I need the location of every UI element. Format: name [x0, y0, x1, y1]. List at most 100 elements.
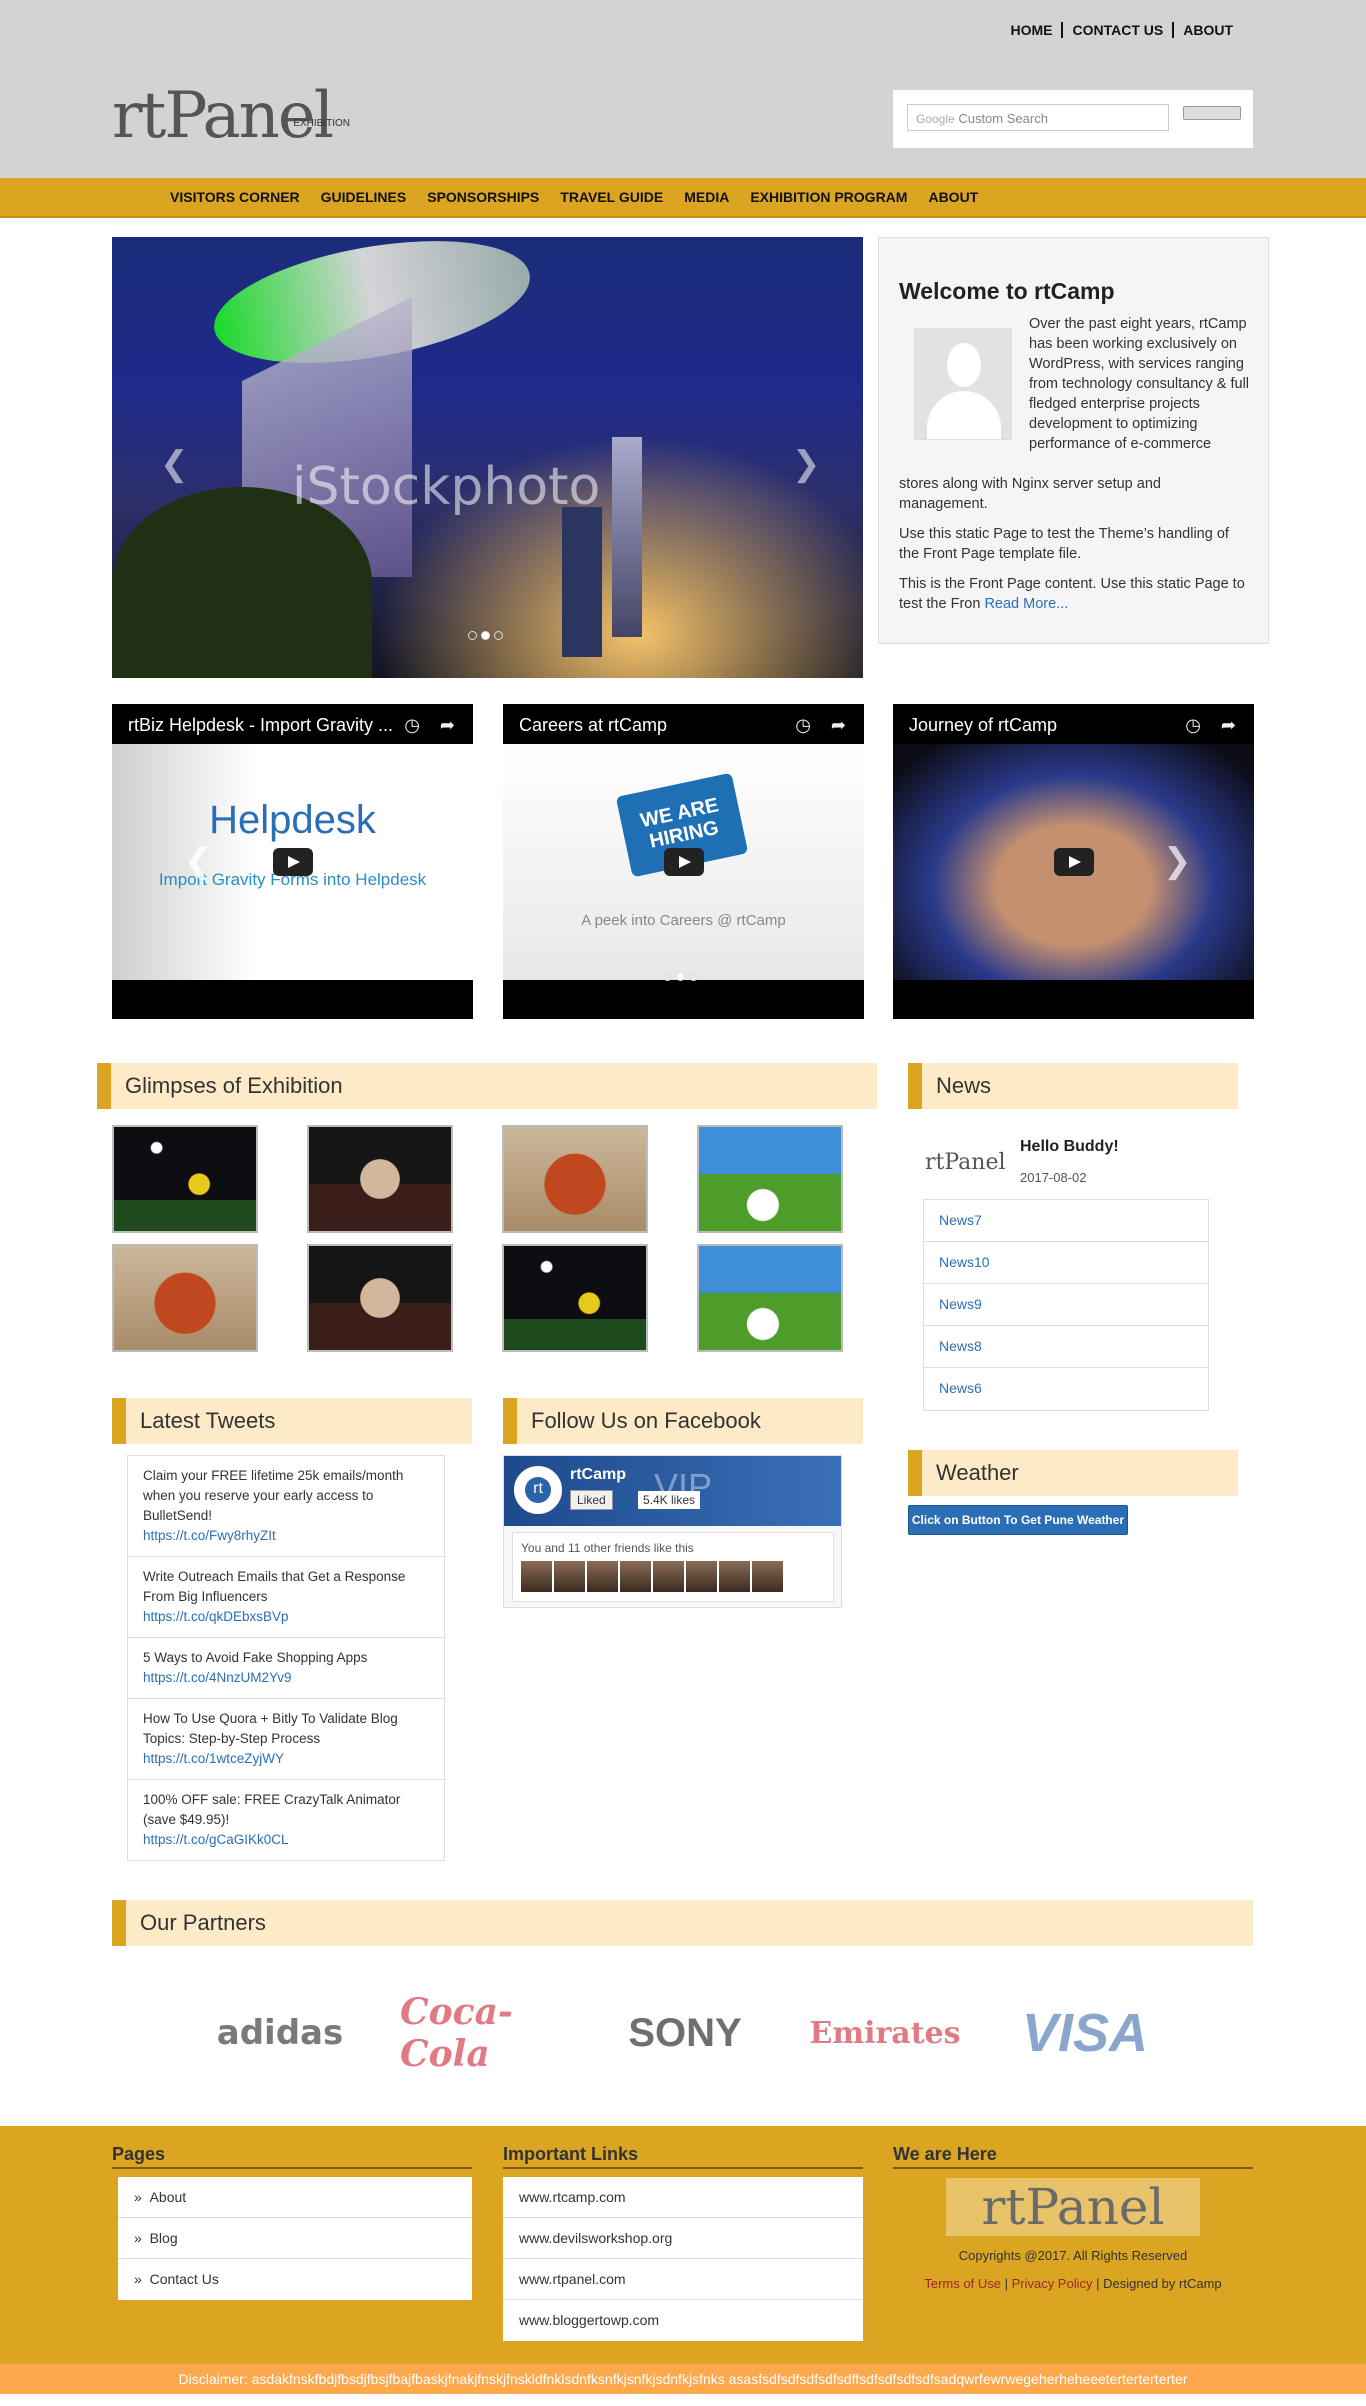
gallery-image[interactable] [502, 1125, 648, 1233]
search-input[interactable]: Google Custom Search [907, 104, 1169, 131]
site-logo[interactable]: rtPanel EXHIBITION [112, 84, 352, 158]
video-title: Journey of rtCamp [909, 715, 1058, 735]
gallery-image[interactable] [112, 1125, 258, 1233]
tweet-link[interactable]: https://t.co/Fwy8rhyZIt [143, 1526, 429, 1546]
footer-page-label[interactable]: Contact Us [150, 2271, 219, 2287]
clock-icon[interactable]: ◷ [404, 715, 420, 736]
footer-link[interactable]: www.rtpanel.com [503, 2259, 863, 2300]
nav-about[interactable]: ABOUT [928, 178, 978, 216]
slider-prev-icon[interactable]: ❮ [160, 447, 189, 481]
facebook-page-avatar[interactable] [514, 1466, 562, 1514]
nav-media[interactable]: MEDIA [684, 178, 729, 216]
share-icon[interactable]: ➦ [440, 715, 455, 736]
clock-icon[interactable]: ◷ [795, 715, 811, 736]
slider-dot[interactable] [481, 631, 490, 640]
carousel-prev-icon[interactable]: ❮ [184, 844, 213, 878]
partner-visa[interactable]: VISA [1015, 1980, 1155, 2086]
facebook-widget[interactable]: VIP rtCamp Liked 5.4K likes You and 11 o… [503, 1455, 842, 1608]
gallery-image[interactable] [112, 1244, 258, 1352]
read-more-link[interactable]: Read More... [984, 596, 1068, 612]
partner-cocacola[interactable]: Coca-Cola [400, 1980, 560, 2086]
news-item[interactable]: News6 [924, 1368, 1208, 1410]
friend-avatar[interactable] [521, 1561, 552, 1592]
friends-text: You and 11 other friends like this [521, 1541, 694, 1555]
nav-visitors-corner[interactable]: VISITORS CORNER [170, 178, 300, 216]
nav-sponsorships[interactable]: SPONSORSHIPS [427, 178, 539, 216]
facebook-liked-button[interactable]: Liked [570, 1490, 613, 1510]
gallery-image[interactable] [697, 1244, 843, 1352]
clock-icon[interactable]: ◷ [1185, 715, 1201, 736]
news-list: News7 News10 News9 News8 News6 [923, 1199, 1209, 1411]
news-item[interactable]: News10 [924, 1242, 1208, 1284]
video-thumbnail: WE ARE HIRING A peek into Careers @ rtCa… [503, 744, 864, 980]
friend-avatar[interactable] [719, 1561, 750, 1592]
partner-sony[interactable]: SONY [610, 1980, 760, 2086]
tweet-link[interactable]: https://t.co/qkDEbxsBVp [143, 1607, 429, 1627]
facebook-page-name[interactable]: rtCamp [570, 1466, 626, 1484]
carousel-dot[interactable] [676, 972, 685, 981]
nav-travel-guide[interactable]: TRAVEL GUIDE [560, 178, 663, 216]
footer-link[interactable]: www.rtcamp.com [503, 2177, 863, 2218]
slider-dot[interactable] [494, 631, 503, 640]
search-button[interactable] [1183, 106, 1241, 120]
welcome-text-1-tail: stores along with Nginx server setup and… [899, 476, 1161, 512]
slider-dots [468, 631, 503, 640]
partner-emirates[interactable]: Emirates [809, 1980, 960, 2086]
thumb-subtitle: A peek into Careers @ rtCamp [581, 912, 786, 929]
footer-link[interactable]: www.bloggertowp.com [503, 2300, 863, 2341]
news-item[interactable]: News8 [924, 1326, 1208, 1368]
tweet-text: 100% OFF sale: FREE CrazyTalk Animator (… [143, 1792, 401, 1827]
top-link-home[interactable]: HOME [1001, 22, 1061, 38]
nav-guidelines[interactable]: GUIDELINES [321, 178, 407, 216]
footer-page-link: » About [118, 2177, 472, 2218]
friend-avatar[interactable] [752, 1561, 783, 1592]
carousel-next-icon[interactable]: ❯ [1163, 844, 1192, 878]
gallery-image[interactable] [697, 1125, 843, 1233]
thumb-title: Helpdesk [209, 798, 376, 842]
top-link-about[interactable]: ABOUT [1172, 22, 1242, 38]
friend-avatar[interactable] [554, 1561, 585, 1592]
gallery-image[interactable] [307, 1125, 453, 1233]
footer-link[interactable]: www.devilsworkshop.org [503, 2218, 863, 2259]
slider-dot[interactable] [468, 631, 477, 640]
gallery-image[interactable] [307, 1244, 453, 1352]
carousel-dot[interactable] [663, 972, 672, 981]
friend-avatar[interactable] [587, 1561, 618, 1592]
tweet-link[interactable]: https://t.co/1wtceZyjWY [143, 1749, 429, 1769]
news-item[interactable]: News7 [924, 1200, 1208, 1242]
footer-here-title: We are Here [893, 2144, 1253, 2169]
play-icon[interactable] [663, 848, 704, 876]
footer-page-label[interactable]: Blog [150, 2230, 178, 2246]
tweet-text: How To Use Quora + Bitly To Validate Blo… [143, 1711, 398, 1746]
share-icon[interactable]: ➦ [1221, 715, 1236, 736]
video-helpdesk[interactable]: rtBiz Helpdesk - Import Gravity ... ◷ ➦ H… [112, 704, 473, 1019]
play-icon[interactable] [272, 848, 313, 876]
footer-logo: rtPanel [946, 2178, 1200, 2236]
carousel-dot[interactable] [689, 972, 698, 981]
tweet-text: Claim your FREE lifetime 25k emails/mont… [143, 1468, 404, 1523]
friend-avatar[interactable] [653, 1561, 684, 1592]
share-icon[interactable]: ➦ [831, 715, 846, 736]
tweet-link[interactable]: https://t.co/gCaGIKk0CL [143, 1830, 429, 1850]
footer-page-label[interactable]: About [150, 2189, 187, 2205]
slider-next-icon[interactable]: ❯ [792, 447, 821, 481]
avatar [914, 328, 1012, 440]
weather-button[interactable]: Click on Button To Get Pune Weather [908, 1505, 1128, 1535]
news-item[interactable]: News9 [924, 1284, 1208, 1326]
nav-exhibition-program[interactable]: EXHIBITION PROGRAM [750, 178, 907, 216]
friend-avatar[interactable] [686, 1561, 717, 1592]
play-icon[interactable] [1053, 848, 1094, 876]
friend-avatar[interactable] [620, 1561, 651, 1592]
partner-adidas[interactable]: adidas [210, 1980, 350, 2086]
top-link-contact[interactable]: CONTACT US [1061, 22, 1172, 38]
video-careers[interactable]: Careers at rtCamp ◷ ➦ WE ARE HIRING A pee… [503, 704, 864, 1019]
news-headline[interactable]: Hello Buddy! [1020, 1138, 1119, 1156]
gallery-image[interactable] [502, 1244, 648, 1352]
privacy-link[interactable]: Privacy Policy [1012, 2276, 1093, 2291]
tweet-link[interactable]: https://t.co/4NnzUM2Yv9 [143, 1668, 429, 1688]
tweet: 5 Ways to Avoid Fake Shopping Apps https:… [128, 1638, 444, 1699]
video-journey[interactable]: Journey of rtCamp ◷ ➦ ❯ [893, 704, 1254, 1019]
main-nav: VISITORS CORNER GUIDELINES SPONSORSHIPS … [0, 178, 1366, 218]
welcome-text-1: Over the past eight years, rtCamp has be… [1029, 316, 1250, 452]
terms-link[interactable]: Terms of Use [924, 2276, 1001, 2291]
